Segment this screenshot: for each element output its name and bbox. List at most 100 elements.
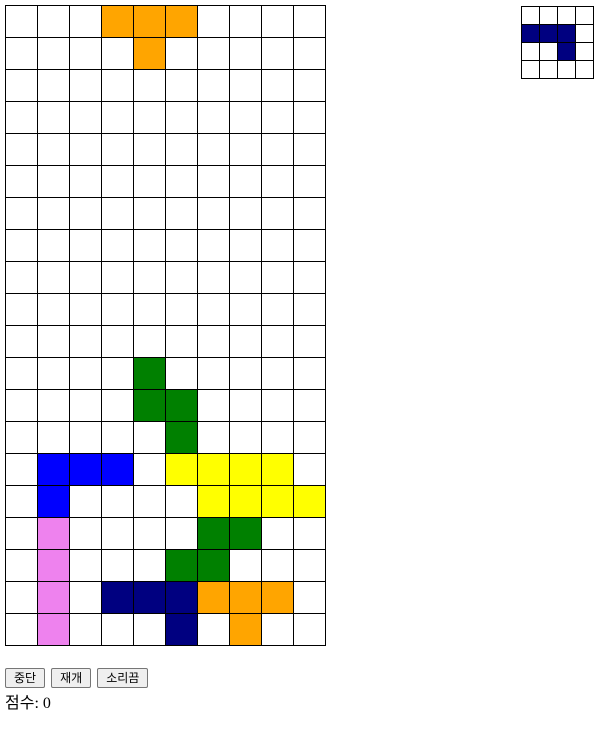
board-cell bbox=[261, 293, 294, 326]
board-cell bbox=[261, 5, 294, 38]
board-cell bbox=[133, 517, 166, 550]
board-cell bbox=[133, 357, 166, 390]
board-cell bbox=[197, 101, 230, 134]
board-row bbox=[5, 453, 326, 486]
board-cell bbox=[101, 325, 134, 358]
board-cell bbox=[229, 133, 262, 166]
board-cell bbox=[197, 549, 230, 582]
board-cell bbox=[101, 485, 134, 518]
board-cell bbox=[165, 325, 198, 358]
board-cell bbox=[69, 613, 102, 646]
board-cell bbox=[165, 485, 198, 518]
board-cell bbox=[5, 325, 38, 358]
board-cell bbox=[293, 261, 326, 294]
board-cell bbox=[101, 101, 134, 134]
board-cell bbox=[229, 581, 262, 614]
board-cell bbox=[165, 613, 198, 646]
board-cell bbox=[101, 165, 134, 198]
board-cell bbox=[229, 421, 262, 454]
board-cell bbox=[101, 613, 134, 646]
score-label: 점수: bbox=[5, 695, 39, 712]
board-cell bbox=[37, 229, 70, 262]
game-board bbox=[5, 5, 326, 646]
board-cell bbox=[37, 453, 70, 486]
board-cell bbox=[133, 421, 166, 454]
board-cell bbox=[133, 37, 166, 70]
next-piece-cell bbox=[521, 60, 540, 79]
board-cell bbox=[69, 5, 102, 38]
next-piece-cell bbox=[521, 42, 540, 61]
board-cell bbox=[37, 197, 70, 230]
board-cell bbox=[101, 37, 134, 70]
board-cell bbox=[165, 517, 198, 550]
board-cell bbox=[229, 293, 262, 326]
board-cell bbox=[133, 613, 166, 646]
board-cell bbox=[261, 389, 294, 422]
board-row bbox=[5, 37, 326, 70]
next-piece-cell bbox=[557, 24, 576, 43]
board-cell bbox=[5, 69, 38, 102]
board-row bbox=[5, 229, 326, 262]
next-piece-cell bbox=[539, 42, 558, 61]
board-cell bbox=[165, 389, 198, 422]
board-cell bbox=[229, 453, 262, 486]
board-cell bbox=[293, 549, 326, 582]
board-cell bbox=[197, 325, 230, 358]
board-cell bbox=[69, 357, 102, 390]
board-cell bbox=[197, 453, 230, 486]
next-piece-row bbox=[521, 60, 594, 79]
board-cell bbox=[5, 165, 38, 198]
board-cell bbox=[133, 101, 166, 134]
board-cell bbox=[69, 453, 102, 486]
board-cell bbox=[293, 69, 326, 102]
board-cell bbox=[261, 197, 294, 230]
stop-button[interactable]: 중단 bbox=[5, 668, 46, 688]
board-cell bbox=[37, 581, 70, 614]
board-cell bbox=[69, 581, 102, 614]
board-cell bbox=[261, 453, 294, 486]
board-cell bbox=[37, 517, 70, 550]
board-cell bbox=[229, 261, 262, 294]
board-cell bbox=[133, 5, 166, 38]
board-row bbox=[5, 549, 326, 582]
next-piece-cell bbox=[521, 24, 540, 43]
board-cell bbox=[133, 165, 166, 198]
board-cell bbox=[261, 485, 294, 518]
score-value: 0 bbox=[42, 695, 51, 712]
board-cell bbox=[5, 37, 38, 70]
board-cell bbox=[133, 261, 166, 294]
board-cell bbox=[133, 485, 166, 518]
board-row bbox=[5, 613, 326, 646]
board-cell bbox=[37, 5, 70, 38]
board-cell bbox=[293, 325, 326, 358]
board-cell bbox=[37, 293, 70, 326]
board-cell bbox=[133, 133, 166, 166]
board-cell bbox=[197, 485, 230, 518]
next-piece-row bbox=[521, 24, 594, 43]
board-cell bbox=[101, 581, 134, 614]
board-row bbox=[5, 357, 326, 390]
board-cell bbox=[165, 101, 198, 134]
board-cell bbox=[133, 325, 166, 358]
board-cell bbox=[69, 421, 102, 454]
board-cell bbox=[101, 517, 134, 550]
board-cell bbox=[101, 357, 134, 390]
next-piece-cell bbox=[575, 24, 594, 43]
board-cell bbox=[101, 133, 134, 166]
board-cell bbox=[165, 357, 198, 390]
sound-off-button[interactable]: 소리끔 bbox=[97, 668, 149, 688]
board-row bbox=[5, 197, 326, 230]
board-cell bbox=[101, 293, 134, 326]
board-cell bbox=[261, 229, 294, 262]
next-piece-preview bbox=[521, 6, 594, 79]
board-cell bbox=[37, 421, 70, 454]
next-piece-cell bbox=[575, 6, 594, 25]
next-piece-cell bbox=[557, 60, 576, 79]
board-cell bbox=[229, 517, 262, 550]
board-cell bbox=[5, 389, 38, 422]
resume-button[interactable]: 재개 bbox=[51, 668, 92, 688]
board-cell bbox=[261, 421, 294, 454]
board-cell bbox=[37, 325, 70, 358]
board-cell bbox=[165, 453, 198, 486]
board-row bbox=[5, 261, 326, 294]
